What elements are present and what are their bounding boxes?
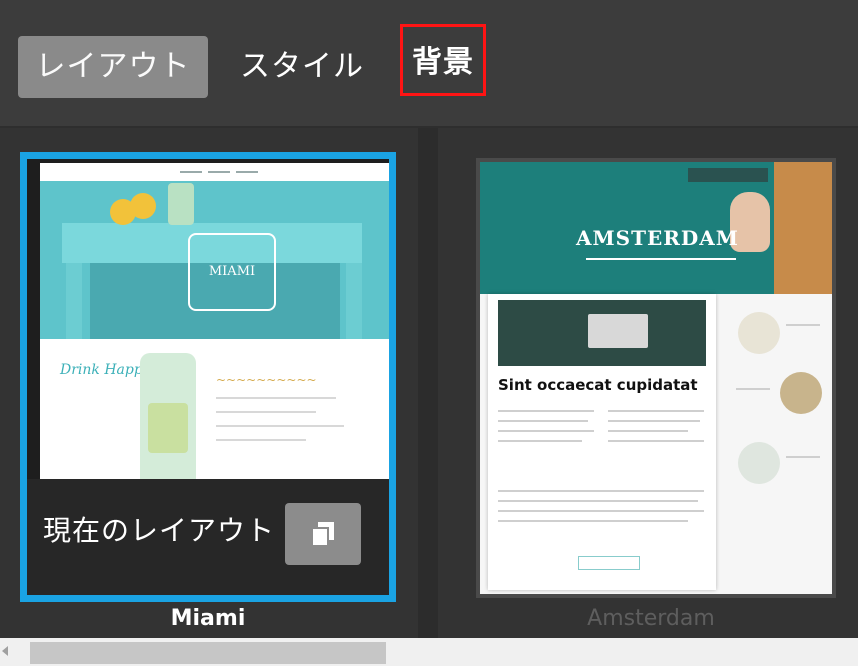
copy-icon [311, 522, 334, 547]
template-name-miami: Miami [170, 606, 246, 631]
tab-background[interactable]: 背景 [400, 24, 486, 96]
jar-image [168, 183, 194, 225]
room-image [780, 372, 822, 414]
copy-layout-button[interactable] [285, 503, 361, 565]
arrow-left-icon[interactable] [2, 646, 8, 656]
bottle-image [140, 353, 196, 479]
miami-thumbnail-body: Drink Happiness ~~~~~~~~~~ [40, 339, 389, 479]
amsterdam-read-more [578, 556, 640, 570]
horizontal-scrollbar[interactable] [0, 638, 858, 666]
template-gallery: MIAMI Drink Happiness ~~~~~~~~~~ 現在のレイアウ… [0, 128, 858, 638]
miami-thumbnail-hero: MIAMI [40, 163, 389, 339]
layout-tabbar: レイアウト スタイル 背景 [0, 0, 858, 128]
amsterdam-hero-title: AMSTERDAM [576, 226, 739, 250]
amsterdam-thumbnail-nav [688, 168, 768, 182]
current-layout-label: 現在のレイアウト [43, 514, 276, 547]
desk-photo [498, 300, 706, 366]
amsterdam-post-card: Sint occaecat cupidatat [488, 294, 716, 590]
tab-style[interactable]: スタイル [232, 36, 372, 98]
vase-image [738, 442, 780, 484]
amsterdam-thumbnail-hero: AMSTERDAM [480, 162, 832, 294]
miami-thumbnail-nav [40, 163, 389, 181]
column-divider [418, 128, 438, 638]
template-card-miami[interactable]: MIAMI Drink Happiness ~~~~~~~~~~ 現在のレイアウ… [20, 152, 396, 602]
tab-layout[interactable]: レイアウト [18, 36, 208, 98]
template-name-amsterdam: Amsterdam [587, 606, 715, 631]
miami-logo: MIAMI [188, 233, 276, 311]
scrollbar-thumb[interactable] [30, 642, 386, 664]
amsterdam-post-title: Sint occaecat cupidatat [498, 376, 698, 394]
current-layout-overlay: 現在のレイアウト [27, 479, 389, 595]
template-card-amsterdam[interactable]: AMSTERDAM Sint occaecat cupidatat [476, 158, 836, 598]
plant-image [738, 312, 780, 354]
